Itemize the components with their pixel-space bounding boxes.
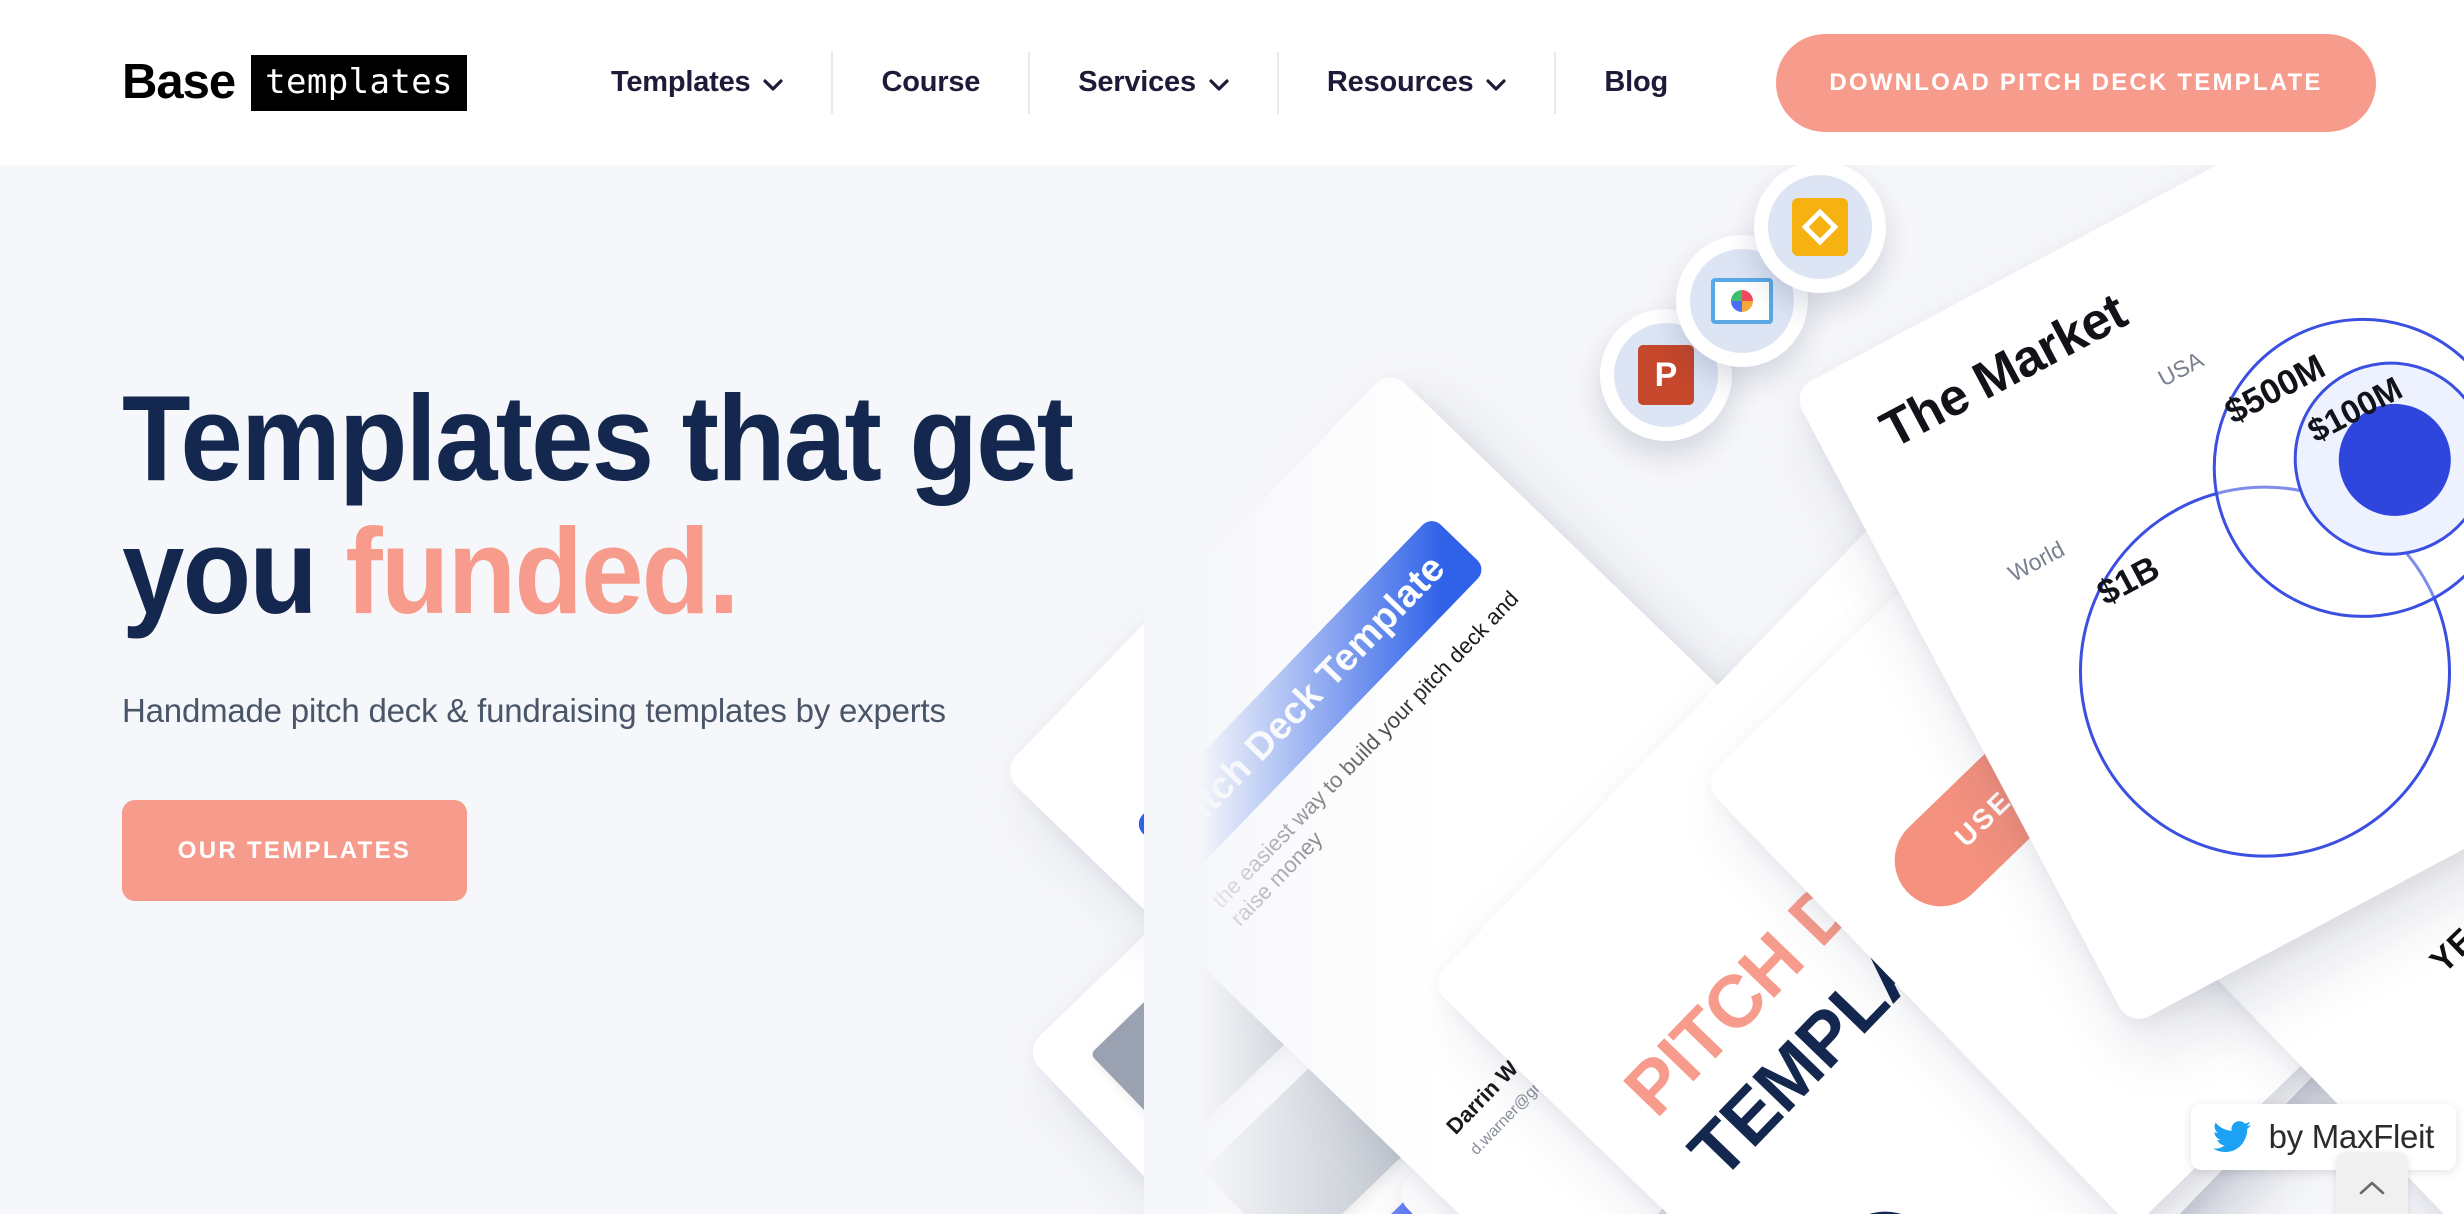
art-slide-flowchart: START YES: [2082, 395, 2464, 1214]
pitch-title-line2: TEMPLATE: [1672, 858, 2001, 1194]
twitter-icon: [2212, 1121, 2251, 1153]
gallery-thumb: [1202, 1052, 1414, 1214]
market-som-value: $100M: [2301, 369, 2409, 450]
nav-item-resources[interactable]: Resources: [1279, 52, 1555, 114]
hero-copy: Templates that get you funded. Handmade …: [122, 372, 1242, 902]
shopping-redtext: Are Dying Slowly: [1554, 1064, 1795, 1214]
headline-accent: funded.: [345, 502, 739, 639]
nav-item-blog[interactable]: Blog: [1556, 52, 1716, 114]
hero-artwork: 18% Market share 40% Year growth 40% Ret…: [1000, 165, 2464, 1214]
header-cta-wrapper: DOWNLOAD PITCH DECK TEMPLATE: [1776, 33, 2376, 132]
chevron-down-icon: [1209, 78, 1229, 91]
author-email: d.warner@gmail.com: [1467, 1037, 1585, 1159]
stat-value: 40%: [1345, 942, 1431, 1037]
watermark-label: by MaxFleit: [2268, 1118, 2435, 1155]
stat-caption: Market share: [1282, 871, 1353, 940]
market-usa-value: $500M: [2218, 346, 2332, 432]
market-world-label: World: [2003, 535, 2069, 587]
sam-ring: [2159, 265, 2464, 671]
stat-card: 40% Year growth: [1304, 826, 1577, 1096]
chevron-down-icon: [1486, 78, 1507, 91]
yes-label: YES: [2422, 903, 2464, 981]
market-core: [2319, 384, 2464, 536]
stat-value: 18%: [1237, 830, 1323, 925]
art-slide-market: The Market World $1B USA $500M $100M: [1791, 165, 2464, 1027]
nav-item-templates[interactable]: Templates: [611, 52, 832, 114]
blue-swoosh-shape: [2115, 656, 2351, 873]
start-node: START: [2219, 679, 2464, 932]
market-title: The Market: [1871, 282, 2136, 460]
maxfleit-watermark[interactable]: by MaxFleit: [2190, 1104, 2456, 1170]
app-icon-bubbles: P: [1600, 165, 1940, 461]
scroll-to-top-button[interactable]: [2336, 1152, 2408, 1214]
keynote-icon: [1676, 235, 1808, 367]
hero-subtitle: Handmade pitch deck & fundraising templa…: [122, 691, 946, 729]
headline-line-2-prefix: you: [122, 502, 346, 639]
market-world-value: $1B: [2090, 548, 2166, 613]
chevron-down-icon: [763, 78, 784, 91]
page-root: Base templates Templates Course Services: [0, 0, 2464, 1214]
som-ring: [2259, 327, 2464, 590]
stat-caption: Year growth: [1390, 988, 1456, 1052]
use-now-pill: USE NOW: [1875, 650, 2156, 926]
shopping-kicker: Problem: [1500, 1168, 1560, 1214]
headline-line-1: Templates that get: [122, 370, 1074, 506]
gallery-thumb: [1315, 1169, 1505, 1214]
pitch-title-line1: PITCH DECK: [1608, 755, 1976, 1131]
flow-connector: [2376, 809, 2464, 847]
shopping-title: Shopping Mall: [1519, 1062, 1726, 1214]
pitch-tagline: the easiest way to build your pitch deck…: [1206, 585, 1524, 931]
our-templates-button[interactable]: OUR TEMPLATES: [122, 800, 467, 902]
main-navigation: Templates Course Services Resources Blog: [611, 51, 1716, 114]
author-name: Darrin Warner: [1441, 1016, 1561, 1140]
download-pitch-deck-template-button[interactable]: DOWNLOAD PITCH DECK TEMPLATE: [1776, 33, 2376, 132]
brand-letter-badge: B: [1808, 1189, 1962, 1214]
stat-value: 40%: [1454, 1054, 1540, 1149]
tam-ring: [2013, 420, 2464, 924]
powerpoint-icon: P: [1600, 309, 1732, 441]
header-inner: Base templates Templates Course Services: [0, 0, 2464, 165]
nav-label-resources: Resources: [1326, 66, 1474, 98]
nav-label-templates: Templates: [610, 66, 751, 98]
nav-item-course[interactable]: Course: [833, 52, 1028, 114]
gallery-thumb: [1090, 936, 1302, 1147]
page-title: Templates that get you funded.: [122, 372, 1152, 638]
hero-section: 18% Market share 40% Year growth 40% Ret…: [0, 165, 2464, 1214]
nav-label-blog: Blog: [1604, 66, 1669, 98]
logo-word: Base: [122, 55, 236, 109]
google-slides-icon: [1754, 165, 1886, 293]
art-slide-shopping: Problem Shopping Mall Are Dying Slowly T…: [1391, 803, 2157, 1214]
nav-label-course: Course: [881, 66, 981, 98]
market-usa-label: USA: [2153, 346, 2208, 392]
site-header: Base templates Templates Course Services: [0, 0, 2464, 165]
nav-item-services[interactable]: Services: [1030, 52, 1277, 114]
stat-caption: Retention: [1499, 1110, 1554, 1165]
nav-label-services: Services: [1078, 66, 1196, 98]
chevron-up-icon: [2359, 1181, 2385, 1195]
stat-card: 40% Retention: [1413, 938, 1685, 1208]
site-logo[interactable]: Base templates: [122, 54, 467, 111]
logo-chip: templates: [251, 54, 467, 111]
art-slide-use-now: USE NOW: [1701, 421, 2464, 1214]
